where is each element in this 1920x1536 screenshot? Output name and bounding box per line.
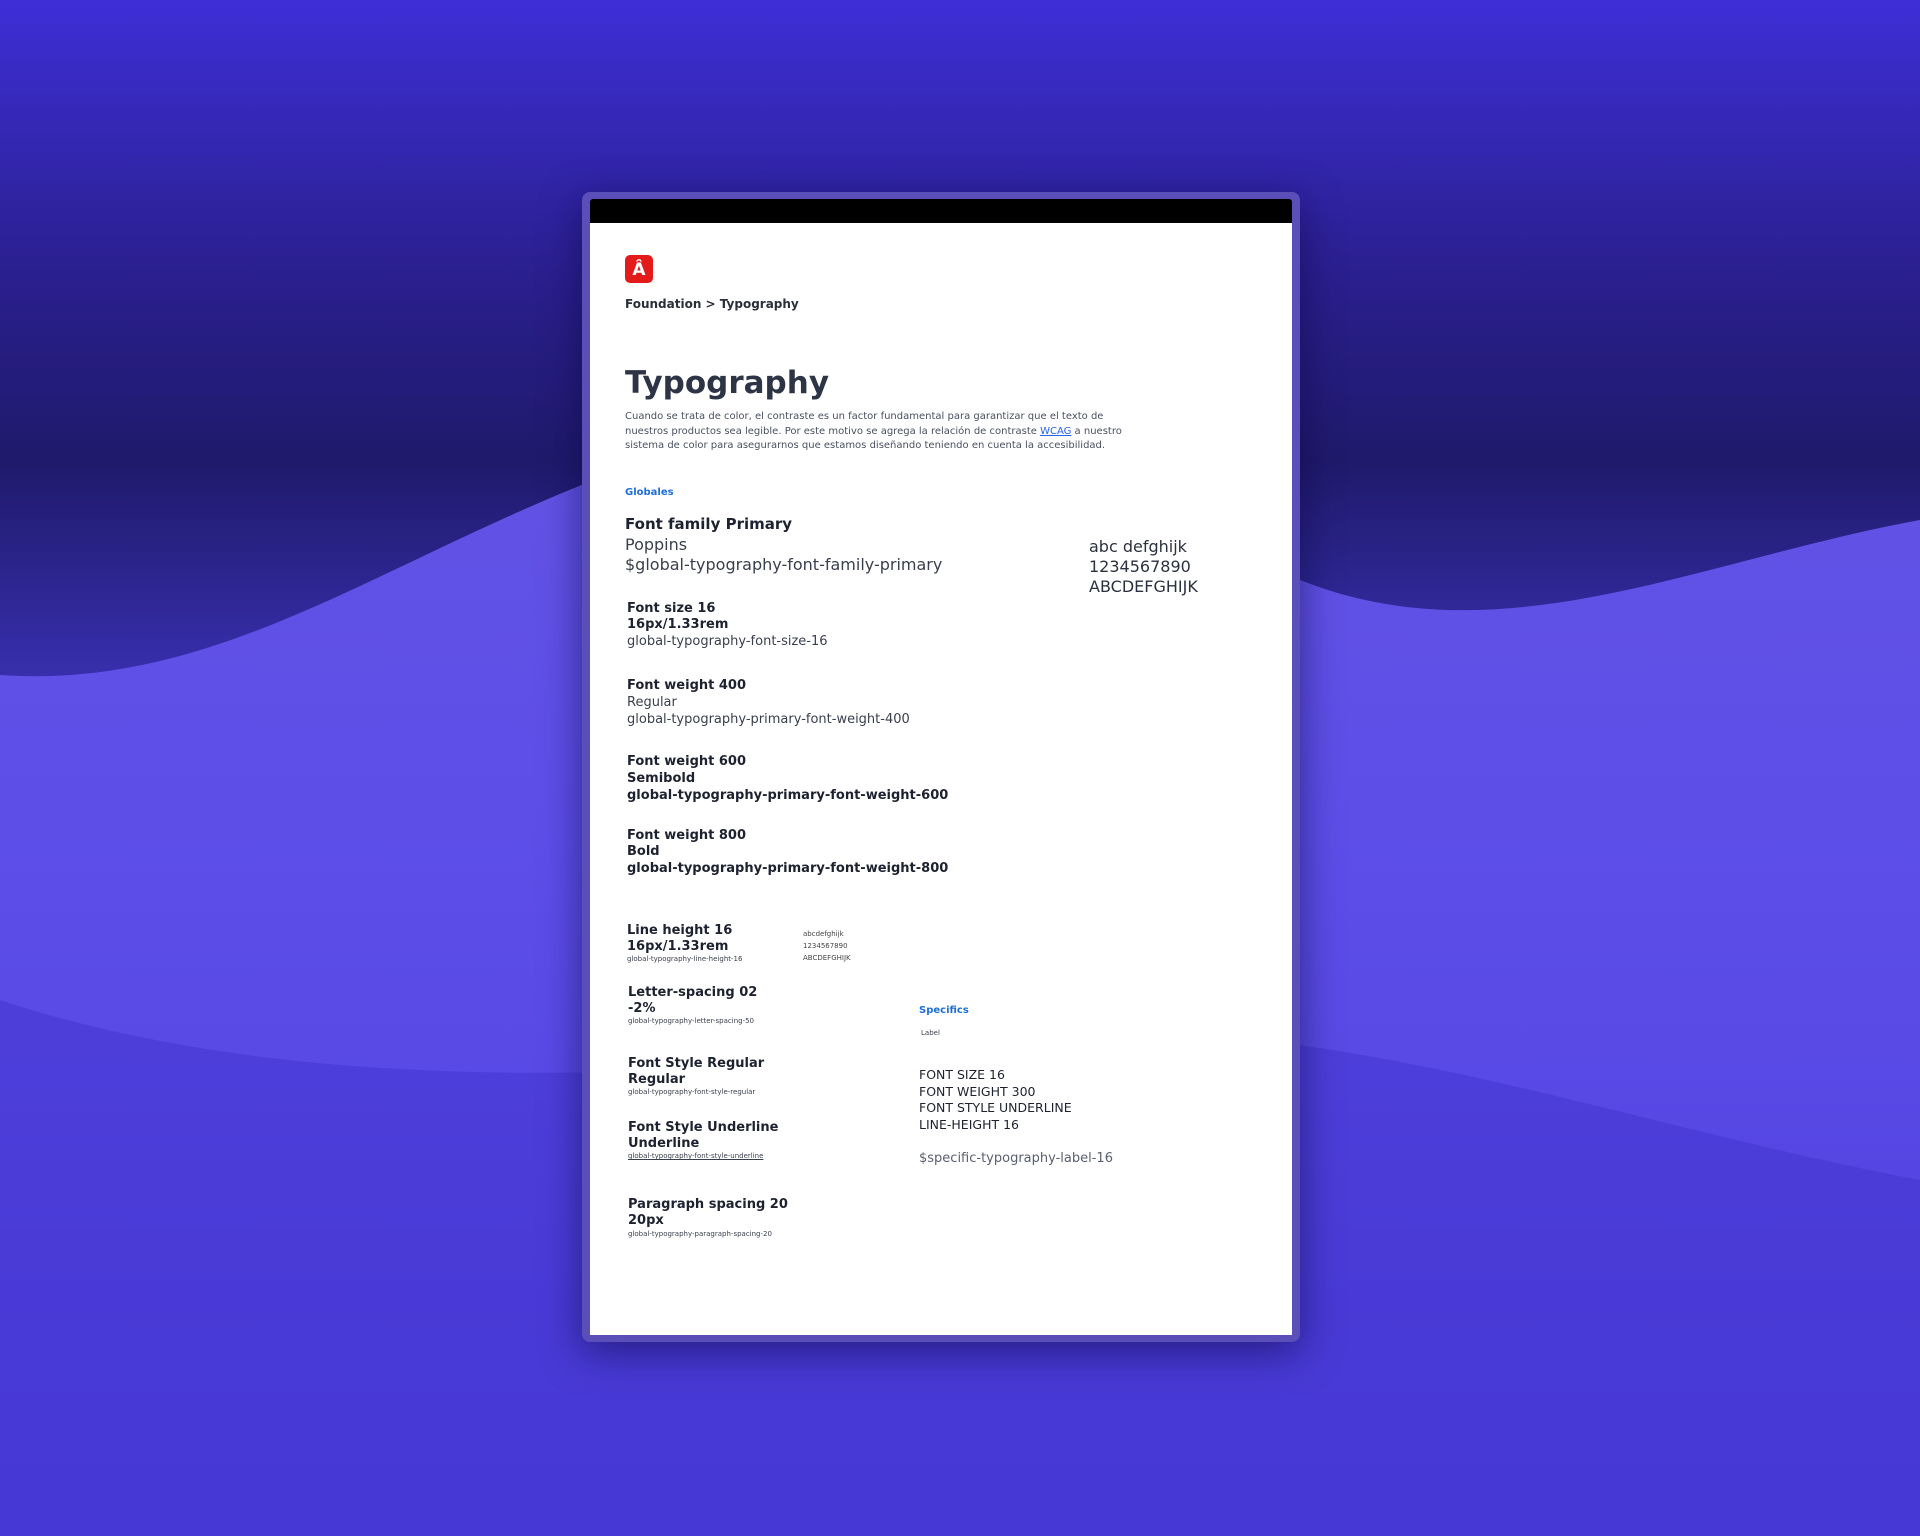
line-height-sample: abcdefghijk 1234567890 ABCDEFGHIJK (803, 928, 851, 964)
intro-text-before: Cuando se trata de color, el contraste e… (625, 411, 1104, 437)
breadcrumb[interactable]: Foundation > Typography (625, 297, 799, 311)
style-underline-token: global-typography-font-style-underline (628, 1152, 764, 1160)
line-height-title: Line height 16 (627, 923, 733, 938)
window-top-bar (590, 199, 1292, 223)
weight-400-title: Font weight 400 (627, 678, 746, 693)
weight-800-title: Font weight 800 (627, 828, 746, 843)
line-height-value: 16px/1.33rem (627, 939, 729, 954)
weight-400-value: Regular (627, 695, 677, 710)
weight-600-token: global-typography-primary-font-weight-60… (627, 788, 949, 803)
section-label-globales: Globales (625, 487, 674, 498)
sample-line: ABCDEFGHIJK (803, 954, 851, 962)
font-size-title: Font size 16 (627, 601, 716, 616)
specific-label: Label (921, 1029, 940, 1037)
font-family-name: Poppins (625, 535, 688, 554)
weight-400-token: global-typography-primary-font-weight-40… (627, 712, 910, 727)
wcag-link[interactable]: WCAG (1040, 426, 1071, 437)
letter-spacing-title: Letter-spacing 02 (628, 985, 758, 1000)
sample-line: abc defghijk (1089, 537, 1187, 556)
font-family-token: $global-typography-font-family-primary (625, 555, 943, 574)
specific-prop: LINE-HEIGHT 16 (919, 1116, 1019, 1132)
paragraph-spacing-value: 20px (628, 1213, 664, 1228)
font-family-title: Font family Primary (625, 515, 793, 533)
style-underline-title: Font Style Underline (628, 1120, 779, 1135)
section-label-specifics: Specifics (919, 1005, 969, 1016)
font-size-token: global-typography-font-size-16 (627, 634, 828, 649)
weight-600-title: Font weight 600 (627, 754, 746, 769)
sample-line: abcdefghijk (803, 930, 844, 938)
brand-logo-icon[interactable]: Â (625, 255, 653, 283)
weight-600-value: Semibold (627, 771, 696, 786)
line-height-token: global-typography-line-height-16 (627, 955, 743, 963)
specific-prop: FONT SIZE 16 (919, 1067, 1005, 1082)
sample-line: 1234567890 (1089, 557, 1191, 576)
font-family-sample: abc defghijk 1234567890 ABCDEFGHIJK (1089, 537, 1198, 597)
sample-line: 1234567890 (803, 942, 848, 950)
style-underline-value: Underline (628, 1136, 700, 1151)
weight-800-value: Bold (627, 844, 660, 859)
font-size-value: 16px/1.33rem (627, 617, 729, 632)
style-regular-title: Font Style Regular (628, 1056, 765, 1071)
letter-spacing-value: -2% (628, 1001, 656, 1016)
intro-paragraph: Cuando se trata de color, el contraste e… (625, 410, 1145, 454)
specific-token: $specific-typography-label-16 (919, 1151, 1113, 1166)
weight-800-token: global-typography-primary-font-weight-80… (627, 861, 949, 876)
document-page: Â Foundation > Typography Typography Cua… (590, 223, 1292, 1335)
letter-spacing-token: global-typography-letter-spacing-50 (628, 1017, 755, 1025)
specific-prop: FONT WEIGHT 300 (919, 1083, 1036, 1099)
paragraph-spacing-title: Paragraph spacing 20 (628, 1197, 788, 1212)
style-regular-value: Regular (628, 1072, 686, 1087)
specific-props: FONT SIZE 16 FONT WEIGHT 300 FONT STYLE … (919, 1067, 1072, 1133)
specific-prop: FONT STYLE UNDERLINE (919, 1100, 1072, 1115)
style-regular-token: global-typography-font-style-regular (628, 1088, 756, 1096)
page-title: Typography (625, 365, 830, 401)
paragraph-spacing-token: global-typography-paragraph-spacing-20 (628, 1230, 772, 1238)
sample-line: ABCDEFGHIJK (1089, 577, 1198, 596)
